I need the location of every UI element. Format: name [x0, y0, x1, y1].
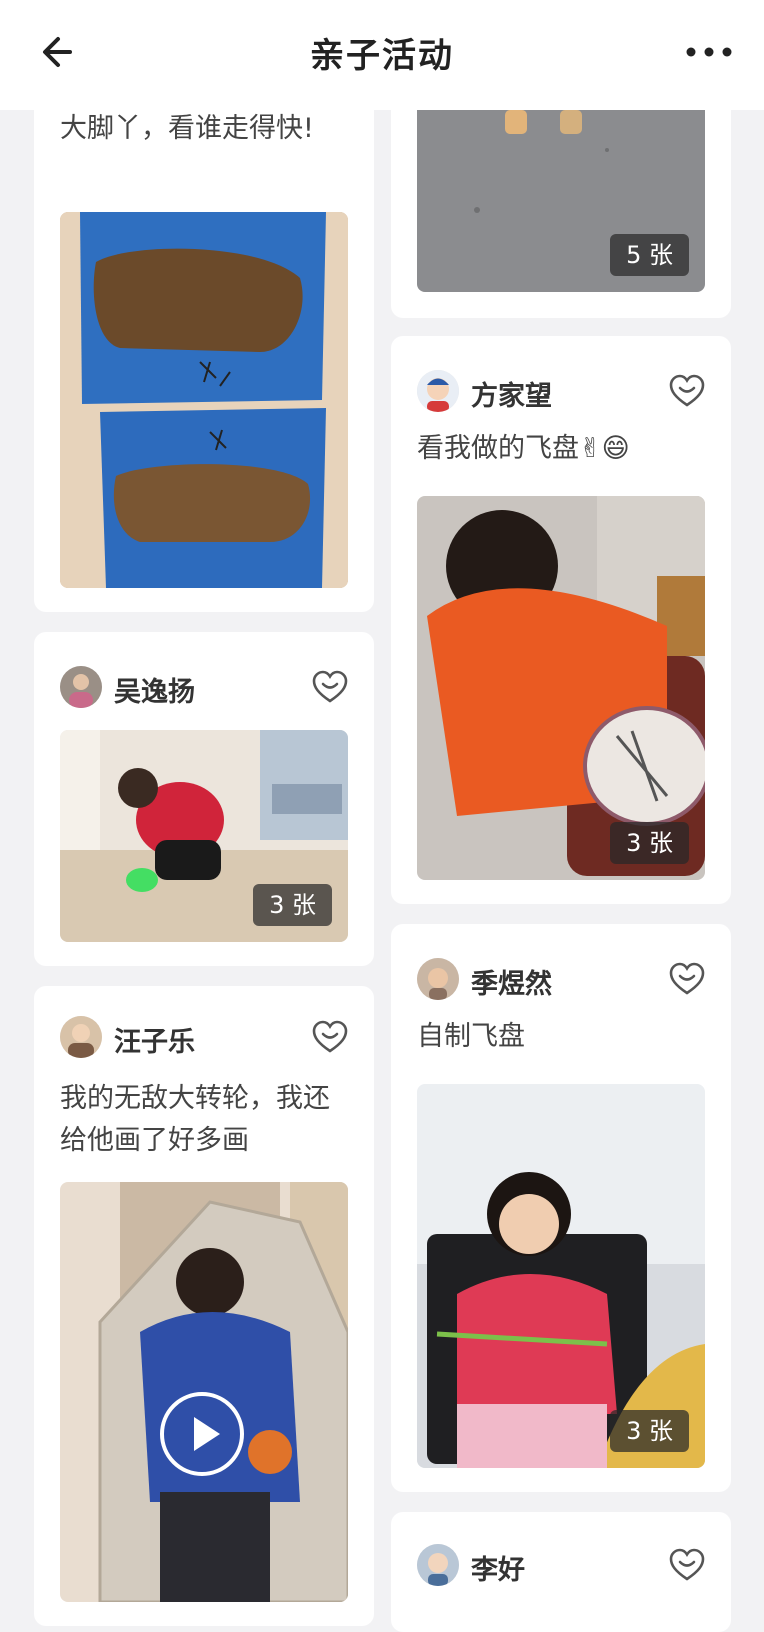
avatar[interactable]	[417, 370, 459, 412]
post-card[interactable]: 汪子乐 我的无敌大转轮，我还给他画了好多画	[34, 986, 374, 1626]
heart-smile-icon	[669, 1548, 705, 1581]
post-text: 大脚丫，看谁走得快!	[60, 113, 314, 144]
author-name: 吴逸扬	[114, 677, 195, 708]
heart-smile-icon	[669, 962, 705, 995]
avatar[interactable]	[60, 666, 102, 708]
post-text: 自制飞盘	[417, 1021, 525, 1052]
author-name: 李好	[471, 1555, 525, 1586]
author-name: 汪子乐	[114, 1027, 195, 1058]
post-card[interactable]: 吴逸扬 3 张	[34, 632, 374, 966]
post-text: 我的无敌大转轮，我还给他画了好多画	[60, 1083, 330, 1156]
avatar[interactable]	[417, 958, 459, 1000]
image-count-badge: 3 张	[610, 822, 689, 864]
image-count-badge: 5 张	[610, 234, 689, 276]
heart-smile-icon	[312, 670, 348, 703]
post-photo[interactable]: 3 张	[417, 496, 705, 880]
like-button[interactable]	[312, 1020, 348, 1054]
avatar[interactable]	[60, 1016, 102, 1058]
heart-smile-icon	[669, 374, 705, 407]
post-card[interactable]: 方家望 看我做的飞盘✌😄 3 张	[391, 336, 731, 904]
avatar[interactable]	[417, 1544, 459, 1586]
post-author[interactable]: 汪子乐	[60, 1016, 348, 1060]
page-title: 亲子活动	[310, 36, 454, 76]
post-author[interactable]: 李好	[417, 1544, 705, 1588]
author-name: 季煜然	[471, 969, 552, 1000]
post-card[interactable]: 大脚丫，看谁走得快!	[34, 60, 374, 612]
like-button[interactable]	[669, 374, 705, 408]
post-photo[interactable]: 3 张	[417, 1084, 705, 1468]
like-button[interactable]	[669, 962, 705, 996]
image-count-badge: 3 张	[253, 884, 332, 926]
post-photo[interactable]: 3 张	[60, 730, 348, 942]
more-dots-icon	[686, 47, 732, 57]
play-video-button[interactable]	[160, 1392, 244, 1476]
shoebox-photo	[60, 212, 348, 588]
post-author[interactable]: 方家望	[417, 370, 705, 414]
post-video[interactable]	[60, 1182, 348, 1602]
post-author[interactable]: 吴逸扬	[60, 666, 348, 710]
like-button[interactable]	[669, 1548, 705, 1582]
post-text: 看我做的飞盘✌😄	[417, 433, 630, 464]
post-card[interactable]: 季煜然 自制飞盘 3 张	[391, 924, 731, 1492]
like-button[interactable]	[312, 670, 348, 704]
heart-smile-icon	[312, 1020, 348, 1053]
top-bar: 亲子活动	[0, 0, 764, 110]
post-card[interactable]: 李好	[391, 1512, 731, 1632]
more-button[interactable]	[684, 40, 734, 64]
post-photo[interactable]	[60, 212, 348, 588]
post-author[interactable]: 季煜然	[417, 958, 705, 1002]
image-count-badge: 3 张	[610, 1410, 689, 1452]
author-name: 方家望	[471, 381, 552, 412]
